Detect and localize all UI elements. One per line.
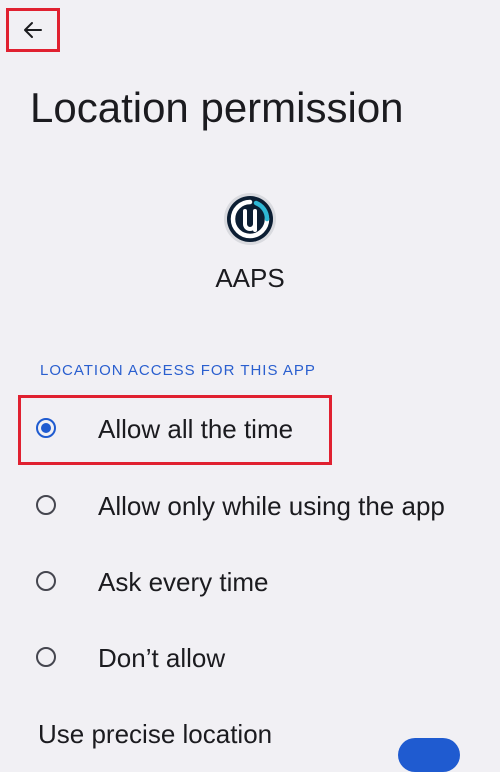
precise-location-label: Use precise location	[38, 719, 273, 749]
option-label: Don’t allow	[98, 643, 226, 673]
option-allow-all-the-time[interactable]: Allow all the time	[0, 395, 500, 465]
arrow-left-icon	[24, 22, 42, 38]
radio-button[interactable]	[36, 647, 56, 667]
radio-button-selected[interactable]	[36, 418, 56, 438]
option-label: Ask every time	[98, 567, 269, 597]
app-name: AAPS	[215, 263, 285, 293]
back-button[interactable]	[6, 8, 60, 52]
option-ask-every-time[interactable]: Ask every time	[0, 547, 500, 617]
option-allow-while-using[interactable]: Allow only while using the app	[0, 471, 500, 541]
aaps-logo-icon	[224, 193, 276, 245]
option-label: Allow only while using the app	[98, 491, 445, 521]
option-dont-allow[interactable]: Don’t allow	[0, 623, 500, 693]
radio-button[interactable]	[36, 571, 56, 591]
radio-button[interactable]	[36, 495, 56, 515]
page-title: Location permission	[30, 84, 404, 131]
precise-location-toggle[interactable]	[398, 738, 460, 772]
option-label: Allow all the time	[98, 414, 294, 444]
location-access-section-header: LOCATION ACCESS FOR THIS APP	[40, 362, 316, 379]
